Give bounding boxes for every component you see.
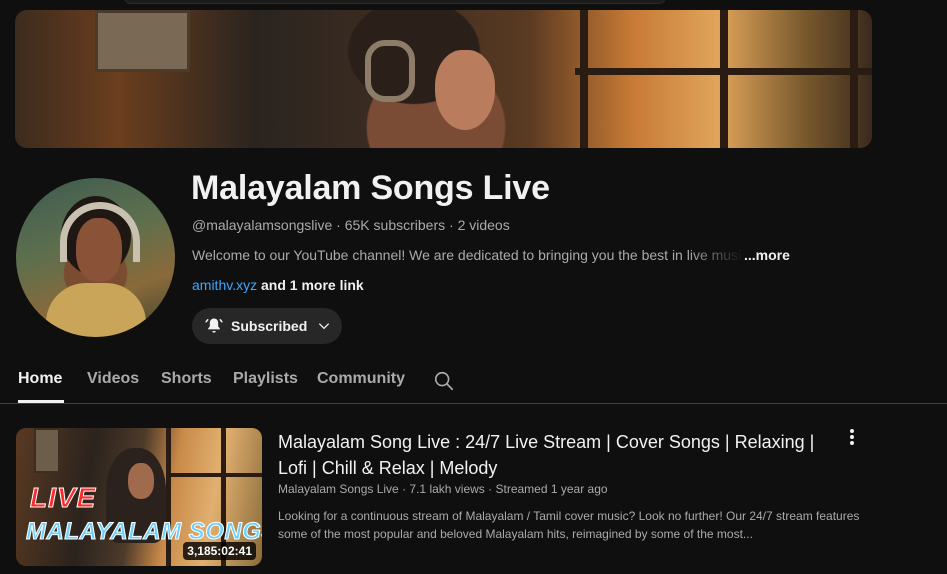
more-links[interactable]: and 1 more link — [261, 277, 364, 293]
banner-headphones — [365, 40, 415, 102]
thumb-face — [128, 463, 154, 499]
meta-separator: · — [449, 217, 458, 233]
channel-name: Malayalam Songs Live — [191, 169, 550, 207]
masthead-edge — [125, 0, 665, 4]
avatar-body — [46, 283, 146, 337]
banner-noticeboard — [95, 10, 190, 72]
active-tab-indicator — [18, 400, 64, 403]
chevron-down-icon — [319, 323, 330, 330]
subscribed-label: Subscribed — [231, 318, 308, 334]
duration-badge: 3,185:02:41 — [183, 542, 256, 560]
more-vert-icon[interactable] — [840, 428, 864, 448]
video-title[interactable]: Malayalam Song Live : 24/7 Live Stream |… — [278, 429, 818, 481]
thumb-picture-frame — [34, 428, 60, 473]
description-text: Welcome to our YouTube channel! We are d… — [192, 247, 744, 263]
banner-window-frame — [850, 10, 858, 148]
video-views: 7.1 lakh views — [409, 482, 485, 496]
video-count: 2 videos — [457, 217, 510, 233]
banner-window-bar — [575, 68, 872, 75]
banner-window-frame — [720, 10, 728, 148]
thumb-live-text: LIVE — [29, 482, 97, 514]
channel-banner — [15, 10, 872, 148]
tab-shorts[interactable]: Shorts — [161, 370, 212, 388]
banner-figure — [315, 10, 535, 148]
search-icon[interactable] — [433, 370, 455, 392]
banner-window-frame — [580, 10, 588, 148]
top-bar — [0, 0, 947, 10]
tab-home[interactable]: Home — [18, 370, 62, 388]
channel-description[interactable]: Welcome to our YouTube channel! We are d… — [192, 247, 802, 263]
video-thumbnail[interactable]: LIVE MALAYALAM SONGS 3,185:02:41 — [16, 428, 262, 566]
video-channel[interactable]: Malayalam Songs Live — [278, 482, 399, 496]
channel-handle: @malayalamsongslive — [192, 217, 333, 233]
channel-links: amithv.xyz and 1 more link — [192, 277, 364, 293]
banner-face — [435, 50, 495, 130]
channel-meta: @malayalamsongslive · 65K subscribers · … — [192, 217, 510, 233]
video-meta: Malayalam Songs Live · 7.1 lakh views · … — [278, 482, 608, 496]
meta-separator: · — [336, 217, 345, 233]
tab-playlists[interactable]: Playlists — [233, 370, 298, 388]
bell-ring-icon — [205, 318, 223, 333]
subscriber-count: 65K subscribers — [344, 217, 446, 233]
channel-tabs: Home Videos Shorts Playlists Community — [0, 360, 947, 404]
more-link[interactable]: ...more — [744, 247, 790, 263]
tab-community[interactable]: Community — [317, 370, 405, 388]
channel-avatar[interactable] — [16, 178, 175, 337]
tab-videos[interactable]: Videos — [87, 370, 139, 388]
channel-link[interactable]: amithv.xyz — [192, 277, 257, 293]
video-streamed: Streamed 1 year ago — [495, 482, 608, 496]
thumb-window-bar — [166, 473, 262, 477]
video-description[interactable]: Looking for a continuous stream of Malay… — [278, 507, 878, 543]
subscribed-button[interactable]: Subscribed — [192, 308, 342, 344]
